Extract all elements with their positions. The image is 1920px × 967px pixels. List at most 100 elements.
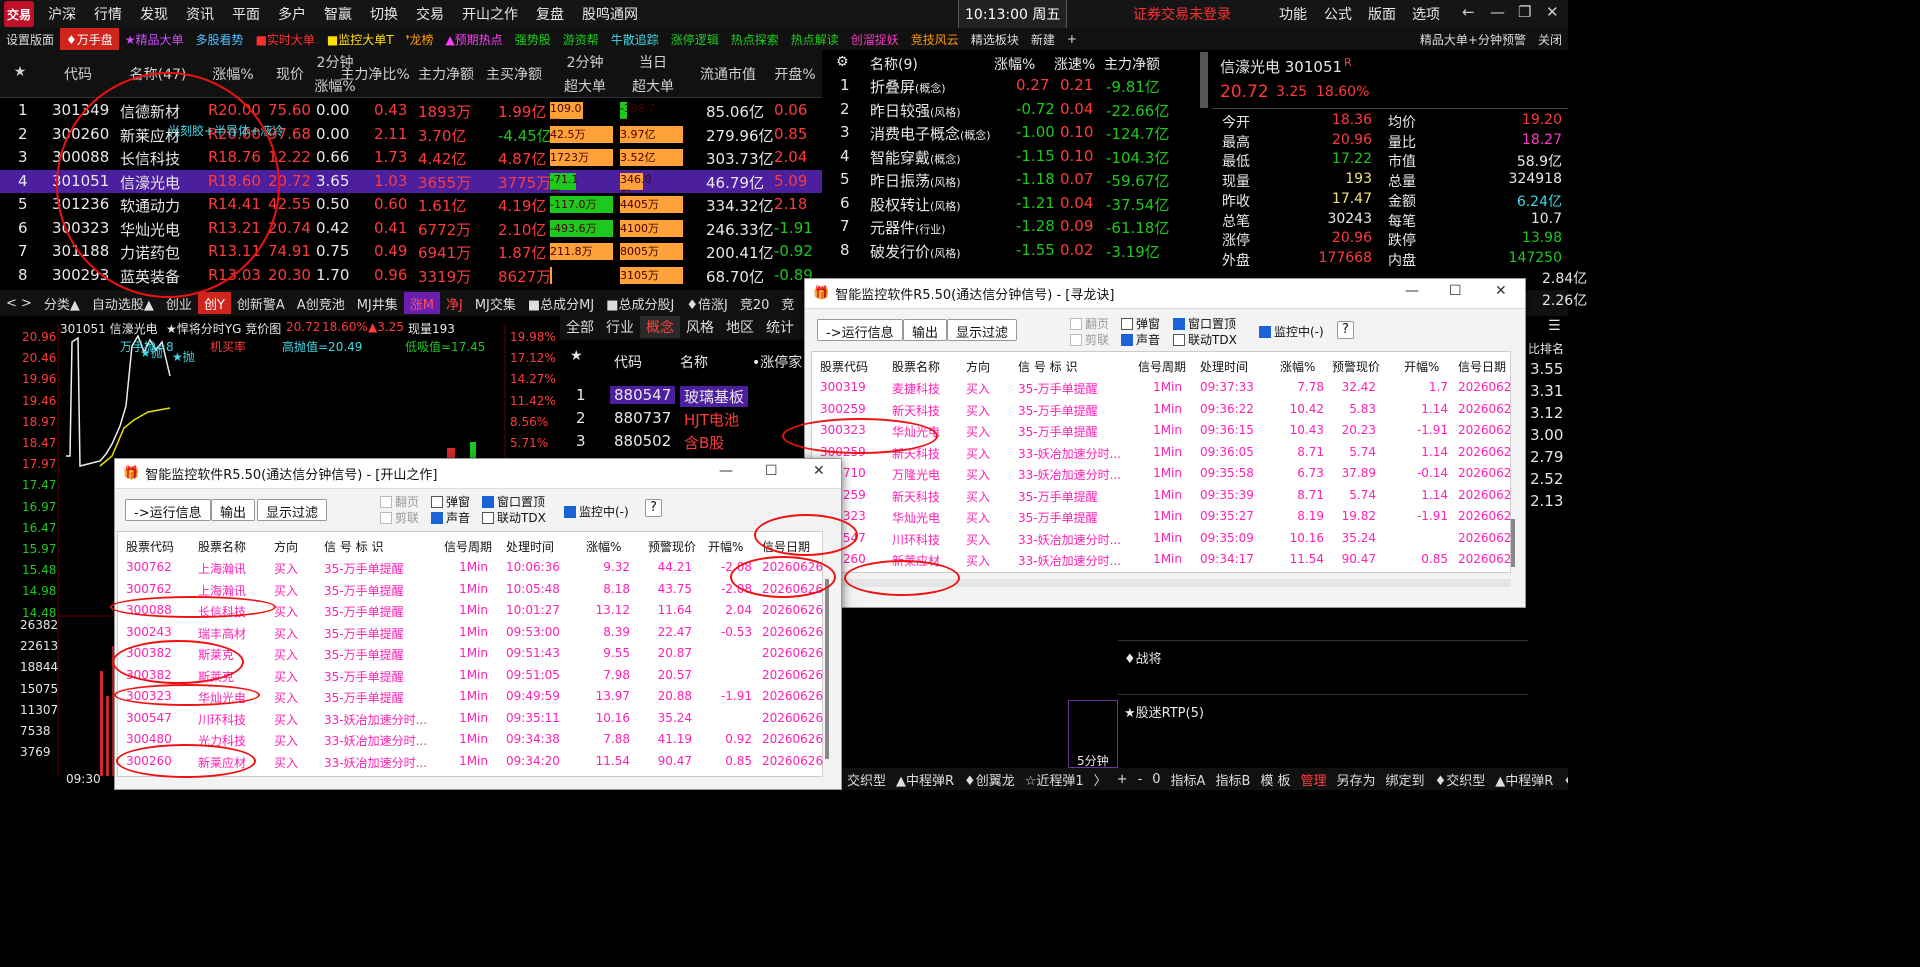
signal-cell[interactable]: 90.47: [1332, 552, 1376, 566]
run-info-button[interactable]: ->运行信息: [817, 319, 903, 341]
column-header[interactable]: 股票代码: [820, 358, 868, 375]
signal-cell[interactable]: 09:35:09: [1200, 531, 1254, 545]
bottom-tool[interactable]: ☆近程弹1: [1020, 768, 1089, 790]
signal-cell[interactable]: 买入: [274, 668, 298, 685]
sector-tab[interactable]: 全部: [560, 316, 600, 338]
bottom-tool[interactable]: 指标B: [1210, 768, 1255, 790]
signal-cell[interactable]: 华灿光电: [892, 509, 940, 526]
sector-name[interactable]: 昨日较强: [870, 100, 930, 121]
signal-cell[interactable]: 90.47: [648, 754, 692, 768]
signal-cell[interactable]: 1Min: [1138, 509, 1182, 523]
signal-cell[interactable]: 1Min: [444, 754, 488, 768]
menu-formula[interactable]: 公式: [1324, 4, 1352, 24]
signal-cell[interactable]: 0.85: [708, 754, 752, 768]
layout-tab[interactable]: ■实时大单: [250, 28, 321, 50]
sector-tab[interactable]: 统计: [760, 316, 800, 338]
signal-cell[interactable]: 买入: [274, 646, 298, 663]
menu-item[interactable]: 股鸣通网: [582, 4, 638, 24]
maximize-icon[interactable]: ☐: [765, 463, 778, 479]
menu-item[interactable]: 沪深: [48, 4, 76, 24]
signal-cell[interactable]: 买入: [966, 380, 990, 397]
signal-cell[interactable]: 35.24: [1332, 531, 1376, 545]
signal-cell[interactable]: 11.54: [1280, 552, 1324, 566]
signal-cell[interactable]: 8.19: [1280, 509, 1324, 523]
column-header[interactable]: 方向: [966, 358, 990, 375]
side-menu-icon[interactable]: ☰: [1548, 318, 1561, 334]
signal-cell[interactable]: 35-万手单提醒: [1018, 423, 1098, 440]
column-header[interactable]: 方向: [274, 538, 298, 555]
period-5min[interactable]: 5分钟: [1077, 752, 1109, 769]
close-icon[interactable]: ✕: [1495, 283, 1507, 299]
menu-item[interactable]: 行情: [94, 4, 122, 24]
layout-tab[interactable]: ❜龙榜: [400, 28, 440, 50]
signal-cell[interactable]: 1Min: [444, 560, 488, 574]
signal-cell[interactable]: 10:05:48: [506, 582, 560, 596]
signal-cell[interactable]: 22.47: [648, 625, 692, 639]
popup-checkbox[interactable]: 弹窗: [1121, 315, 1160, 332]
signal-cell[interactable]: 09:51:43: [506, 646, 560, 660]
header-day[interactable]: 当日: [620, 52, 686, 72]
signal-cell[interactable]: 35-万手单提醒: [324, 582, 404, 599]
header-market-value[interactable]: 流通市值: [694, 64, 762, 84]
sector-code[interactable]: 880502: [610, 432, 675, 450]
column-header[interactable]: 信号周期: [444, 538, 492, 555]
signal-cell[interactable]: 35-万手单提醒: [1018, 380, 1098, 397]
column-header[interactable]: 开幅%: [708, 538, 743, 555]
popup-checkbox[interactable]: 弹窗: [431, 493, 470, 510]
signal-cell[interactable]: 2026062: [1458, 466, 1511, 480]
bottom-tool[interactable]: +: [1112, 768, 1133, 790]
signal-cell[interactable]: 35-万手单提醒: [1018, 509, 1098, 526]
signal-cell[interactable]: 8.71: [1280, 488, 1324, 502]
signal-cell[interactable]: 0.85: [1404, 552, 1448, 566]
signal-cell[interactable]: 2026062: [1458, 402, 1511, 416]
signal-cell[interactable]: 2026062: [1458, 488, 1511, 502]
signal-cell[interactable]: 1Min: [1138, 402, 1182, 416]
signal-cell[interactable]: 35-万手单提醒: [324, 689, 404, 706]
signal-cell[interactable]: 09:36:22: [1200, 402, 1254, 416]
help-button[interactable]: ?: [1337, 321, 1354, 339]
signal-cell[interactable]: 20.88: [648, 689, 692, 703]
sector-header-amount[interactable]: 主力净额: [1104, 54, 1160, 74]
strategy-tab[interactable]: 竞20: [734, 292, 776, 314]
signal-cell[interactable]: 09:35:27: [1200, 509, 1254, 523]
column-header[interactable]: 预警现价: [648, 538, 696, 555]
signal-cell[interactable]: 2026062: [1458, 423, 1511, 437]
header-2min-big[interactable]: 2分钟: [552, 52, 618, 72]
signal-cell[interactable]: 20.87: [648, 646, 692, 660]
column-header[interactable]: 股票名称: [892, 358, 940, 375]
layout-tab[interactable]: 热点探索: [725, 28, 785, 50]
layout-tab[interactable]: ★精品大单: [119, 28, 190, 50]
signal-cell[interactable]: 300762: [126, 582, 172, 596]
sector-name[interactable]: 昨日振荡: [870, 170, 930, 191]
minimize-icon[interactable]: —: [1490, 3, 1505, 21]
strategy-warlord[interactable]: ♦战将: [1124, 648, 1162, 667]
layout-tab[interactable]: ♦万手盘: [60, 28, 119, 50]
strategy-tab[interactable]: 分类▲: [38, 292, 86, 314]
signal-cell[interactable]: 1.14: [1404, 488, 1448, 502]
signal-cell[interactable]: 买入: [966, 445, 990, 462]
sector-name[interactable]: 元器件: [870, 217, 915, 238]
signal-cell[interactable]: 20260626: [762, 625, 823, 639]
signal-cell[interactable]: 5.74: [1332, 445, 1376, 459]
column-header[interactable]: 股票名称: [198, 538, 246, 555]
signal-cell[interactable]: 09:36:15: [1200, 423, 1254, 437]
signal-cell[interactable]: -0.14: [1404, 466, 1448, 480]
sector-header-name[interactable]: 名称(9): [870, 54, 918, 74]
signal-cell[interactable]: 买入: [966, 552, 990, 569]
menu-item[interactable]: 多户: [278, 4, 306, 24]
signal-cell[interactable]: 10.16: [586, 711, 630, 725]
layout-tab[interactable]: ▲预期热点: [439, 28, 508, 50]
strategy-tab[interactable]: MJ井集: [351, 292, 404, 314]
strategy-tab[interactable]: 涨M: [403, 292, 440, 314]
layout-tab[interactable]: 关闭: [1532, 28, 1568, 50]
bottom-tool[interactable]: 〉: [1089, 768, 1112, 790]
signal-cell[interactable]: 1Min: [1138, 466, 1182, 480]
bottom-tool[interactable]: ♦交织型: [1430, 768, 1491, 790]
signal-cell[interactable]: 20.23: [1332, 423, 1376, 437]
run-info-button[interactable]: ->运行信息: [125, 499, 211, 521]
signal-cell[interactable]: 43.75: [648, 582, 692, 596]
strategy-rtp[interactable]: ★股迷RTP(5): [1124, 702, 1204, 721]
page-checkbox[interactable]: 翻页: [380, 493, 419, 510]
signal-cell[interactable]: 35-万手单提醒: [324, 625, 404, 642]
signal-cell[interactable]: 8.39: [586, 625, 630, 639]
